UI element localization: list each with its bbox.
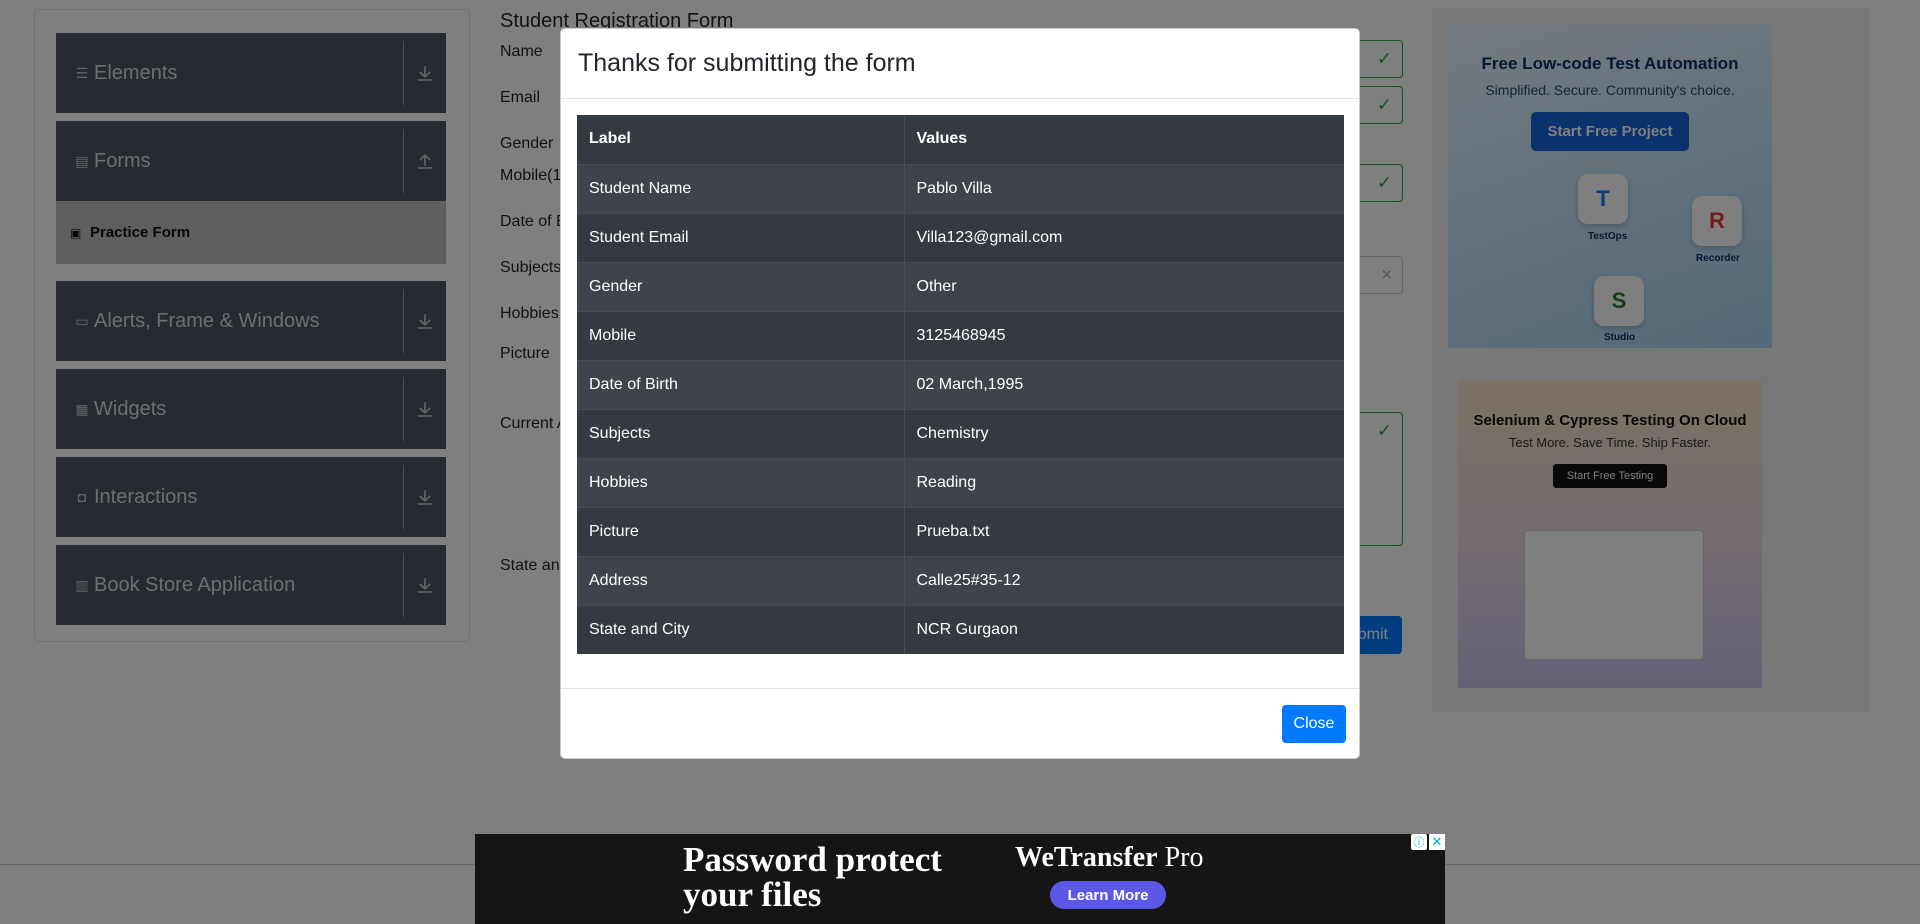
table-header-row: Label Values	[577, 115, 1344, 164]
row-value: Villa123@gmail.com	[904, 212, 1344, 262]
brand-suffix: Pro	[1164, 842, 1204, 873]
modal-body: Label Values Student Name Pablo Villa Stu…	[561, 99, 1359, 670]
modal-header: Thanks for submitting the form	[561, 29, 1359, 99]
row-value: 02 March,1995	[904, 359, 1344, 409]
table-row: Hobbies Reading	[577, 457, 1344, 507]
row-label: Student Email	[577, 212, 905, 262]
row-label: Hobbies	[577, 457, 905, 507]
table-row: State and City NCR Gurgaon	[577, 604, 1344, 654]
row-label: Date of Birth	[577, 359, 905, 409]
ad-headline: Password protect your files	[683, 842, 942, 912]
table-row: Address Calle25#35-12	[577, 555, 1344, 605]
ad-headline-line: your files	[683, 875, 822, 914]
table-row: Student Email Villa123@gmail.com	[577, 212, 1344, 262]
brand-name: WeTransfer	[1015, 842, 1158, 873]
table-row: Date of Birth 02 March,1995	[577, 359, 1344, 409]
row-value: Other	[904, 261, 1344, 311]
row-label: Subjects	[577, 408, 905, 458]
row-label: Picture	[577, 506, 905, 556]
table-row: Subjects Chemistry	[577, 408, 1344, 458]
learn-more-button[interactable]: Learn More	[1050, 881, 1166, 909]
ad-brand: WeTransfer Pro	[1015, 842, 1203, 874]
row-value: Reading	[904, 457, 1344, 507]
ad-headline-line: Password protect	[683, 840, 942, 879]
modal-footer: Close	[561, 688, 1359, 760]
submission-modal: Thanks for submitting the form Label Val…	[560, 28, 1360, 759]
modal-title: Thanks for submitting the form	[578, 49, 916, 77]
column-header-values: Values	[916, 130, 968, 148]
close-ad-icon[interactable]: ✕	[1429, 834, 1445, 850]
table-row: Mobile 3125468945	[577, 310, 1344, 360]
close-button[interactable]: Close	[1282, 705, 1346, 743]
row-value: Pablo Villa	[904, 163, 1344, 213]
table-row: Picture Prueba.txt	[577, 506, 1344, 556]
row-label: Student Name	[577, 163, 905, 213]
row-value: Chemistry	[904, 408, 1344, 458]
row-value: 3125468945	[904, 310, 1344, 360]
column-header-label: Label	[577, 115, 905, 164]
row-label: Address	[577, 555, 905, 605]
row-value: Prueba.txt	[904, 506, 1344, 556]
row-value: NCR Gurgaon	[904, 604, 1344, 654]
wetransfer-banner-ad[interactable]: Password protect your files WeTransfer P…	[475, 834, 1445, 924]
row-label: Mobile	[577, 310, 905, 360]
row-label: State and City	[577, 604, 905, 654]
table-row: Gender Other	[577, 261, 1344, 311]
adchoices-icon[interactable]: ⓘ	[1411, 834, 1427, 850]
results-table: Label Values Student Name Pablo Villa Stu…	[577, 115, 1344, 654]
table-row: Student Name Pablo Villa	[577, 163, 1344, 213]
row-label: Gender	[577, 261, 905, 311]
row-value: Calle25#35-12	[904, 555, 1344, 605]
